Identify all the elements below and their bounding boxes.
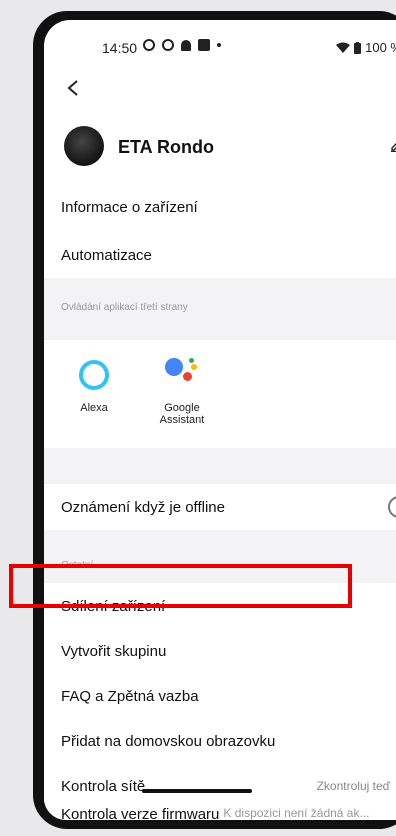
third-party-services: Alexa Google Assistant (44, 340, 396, 448)
screen: 14:50 100 % ETA Rondo Informace o zaříze… (44, 20, 396, 820)
device-name: ETA Rondo (118, 137, 214, 157)
home-indicator[interactable] (142, 789, 252, 793)
add-home-item[interactable]: Přidat na domovskou obrazovku (44, 718, 396, 764)
create-group-item[interactable]: Vytvořit skupinu (44, 628, 396, 674)
square-icon (198, 39, 210, 51)
offline-notice-toggle[interactable] (388, 496, 396, 518)
third-party-label: Ovládání aplikací třetí strany (61, 302, 188, 313)
offline-notice-label: Oznámení když je offline (61, 498, 225, 516)
status-bar: 14:50 100 % (44, 20, 396, 72)
device-header: ETA Rondo (64, 124, 396, 172)
device-info-label: Informace o zařízení (61, 198, 198, 216)
firmware-value: K dispozici není žádná ak... (223, 806, 370, 820)
alexa-icon (79, 360, 109, 390)
facebook-icon (143, 39, 155, 51)
google-assistant-label: Google Assistant (159, 402, 205, 426)
add-home-label: Přidat na domovskou obrazovku (61, 732, 276, 750)
automation-item[interactable]: Automatizace (44, 232, 396, 278)
firmware-item[interactable]: Kontrola verze firmwaru K dispozici není… (44, 800, 396, 820)
alexa-label: Alexa (80, 402, 108, 414)
faq-label: FAQ a Zpětná vazba (61, 687, 199, 705)
status-time: 14:50 (102, 40, 138, 56)
bell-icon (181, 39, 191, 51)
firmware-label: Kontrola verze firmwaru (61, 806, 220, 820)
notification-icons (143, 39, 221, 51)
share-device-highlight (9, 564, 352, 608)
battery-level: 100 % (365, 40, 396, 55)
network-check-value: Zkontroluj teď (316, 779, 390, 793)
section-gap (44, 448, 396, 484)
google-assistant-icon (161, 354, 203, 390)
faq-item[interactable]: FAQ a Zpětná vazba (44, 673, 396, 719)
automation-label: Automatizace (61, 246, 152, 264)
offline-notice-item: Oznámení když je offline (44, 484, 396, 530)
google-assistant-service[interactable]: Google Assistant (142, 354, 222, 426)
status-icons-right: 100 % (336, 40, 396, 55)
device-avatar (64, 126, 104, 166)
pencil-icon[interactable] (390, 138, 396, 152)
third-party-section: Ovládání aplikací třetí strany (44, 278, 396, 340)
back-arrow-icon[interactable] (66, 76, 80, 104)
device-info-item[interactable]: Informace o zařízení (44, 184, 396, 230)
alexa-service[interactable]: Alexa (54, 354, 134, 414)
circle-icon (162, 39, 174, 51)
create-group-label: Vytvořit skupinu (61, 642, 167, 660)
dot-icon (217, 43, 221, 47)
network-check-label: Kontrola sítě (61, 777, 146, 795)
battery-icon (354, 41, 362, 54)
wifi-icon (336, 42, 351, 53)
